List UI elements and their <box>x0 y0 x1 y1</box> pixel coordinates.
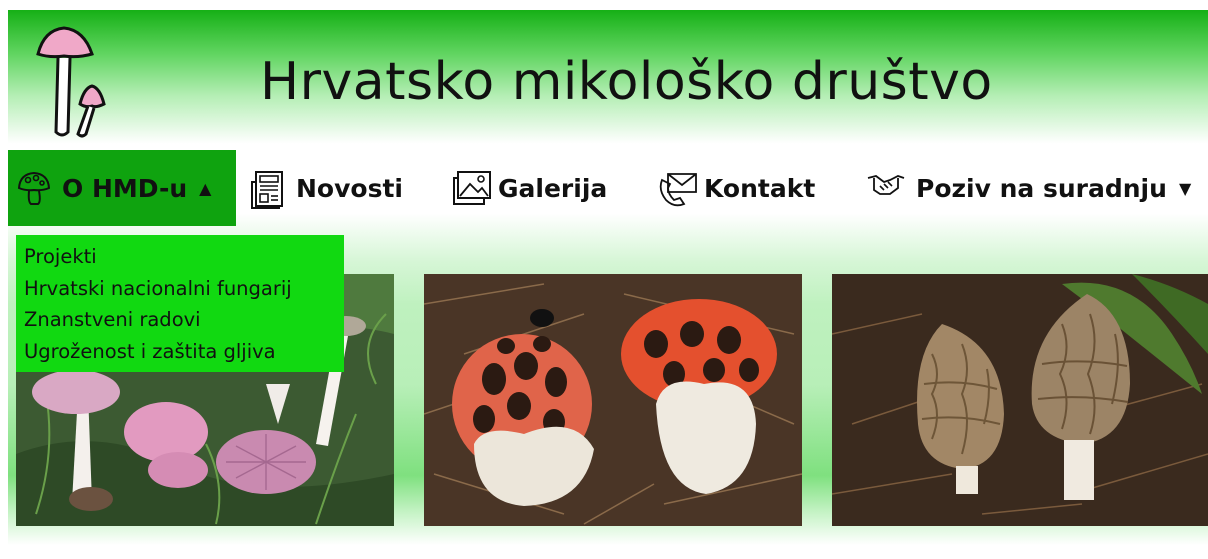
caret-up-icon: ▲ <box>199 178 212 198</box>
header: Hrvatsko mikološko društvo <box>8 10 1208 145</box>
nav-label: O HMD-u <box>62 173 188 203</box>
nav-item-kontakt[interactable]: Kontakt <box>658 150 815 226</box>
dropdown-item-znanstveni-radovi[interactable]: Znanstveni radovi <box>24 304 336 336</box>
dropdown-item-fungarij[interactable]: Hrvatski nacionalni fungarij <box>24 273 336 305</box>
dropdown-item-ugrozenost[interactable]: Ugroženost i zaštita gljiva <box>24 336 336 368</box>
site-title: Hrvatsko mikološko društvo <box>260 52 993 112</box>
dropdown-item-projekti[interactable]: Projekti <box>24 241 336 273</box>
photo-cage-fungus[interactable] <box>424 274 802 526</box>
page: Hrvatsko mikološko društvo O HMD-u ▲ Nov… <box>8 10 1208 545</box>
mushroom-logo-icon[interactable] <box>34 22 106 140</box>
handshake-icon <box>866 170 906 206</box>
main-nav: O HMD-u ▲ Novosti Galerija Kontakt Poziv… <box>8 150 1208 226</box>
gallery-icon <box>452 170 491 206</box>
nav-item-novosti[interactable]: Novosti <box>250 150 403 226</box>
nav-item-galerija[interactable]: Galerija <box>452 150 607 226</box>
newspaper-icon <box>250 170 286 209</box>
nav-item-o-hmd[interactable]: O HMD-u ▲ <box>8 150 236 226</box>
mushroom-icon <box>16 170 52 206</box>
contact-icon <box>658 170 697 207</box>
nav-label: Kontakt <box>704 173 816 203</box>
nav-item-poziv-na-suradnju[interactable]: Poziv na suradnju ▼ <box>866 150 1191 226</box>
caret-down-icon: ▼ <box>1178 178 1192 198</box>
nav-label: Poziv na suradnju <box>916 173 1167 203</box>
nav-label: Galerija <box>498 173 608 203</box>
nav-label: Novosti <box>296 173 403 203</box>
dropdown-menu-o-hmd: Projekti Hrvatski nacionalni fungarij Zn… <box>16 235 344 372</box>
photo-morels[interactable] <box>832 274 1208 526</box>
